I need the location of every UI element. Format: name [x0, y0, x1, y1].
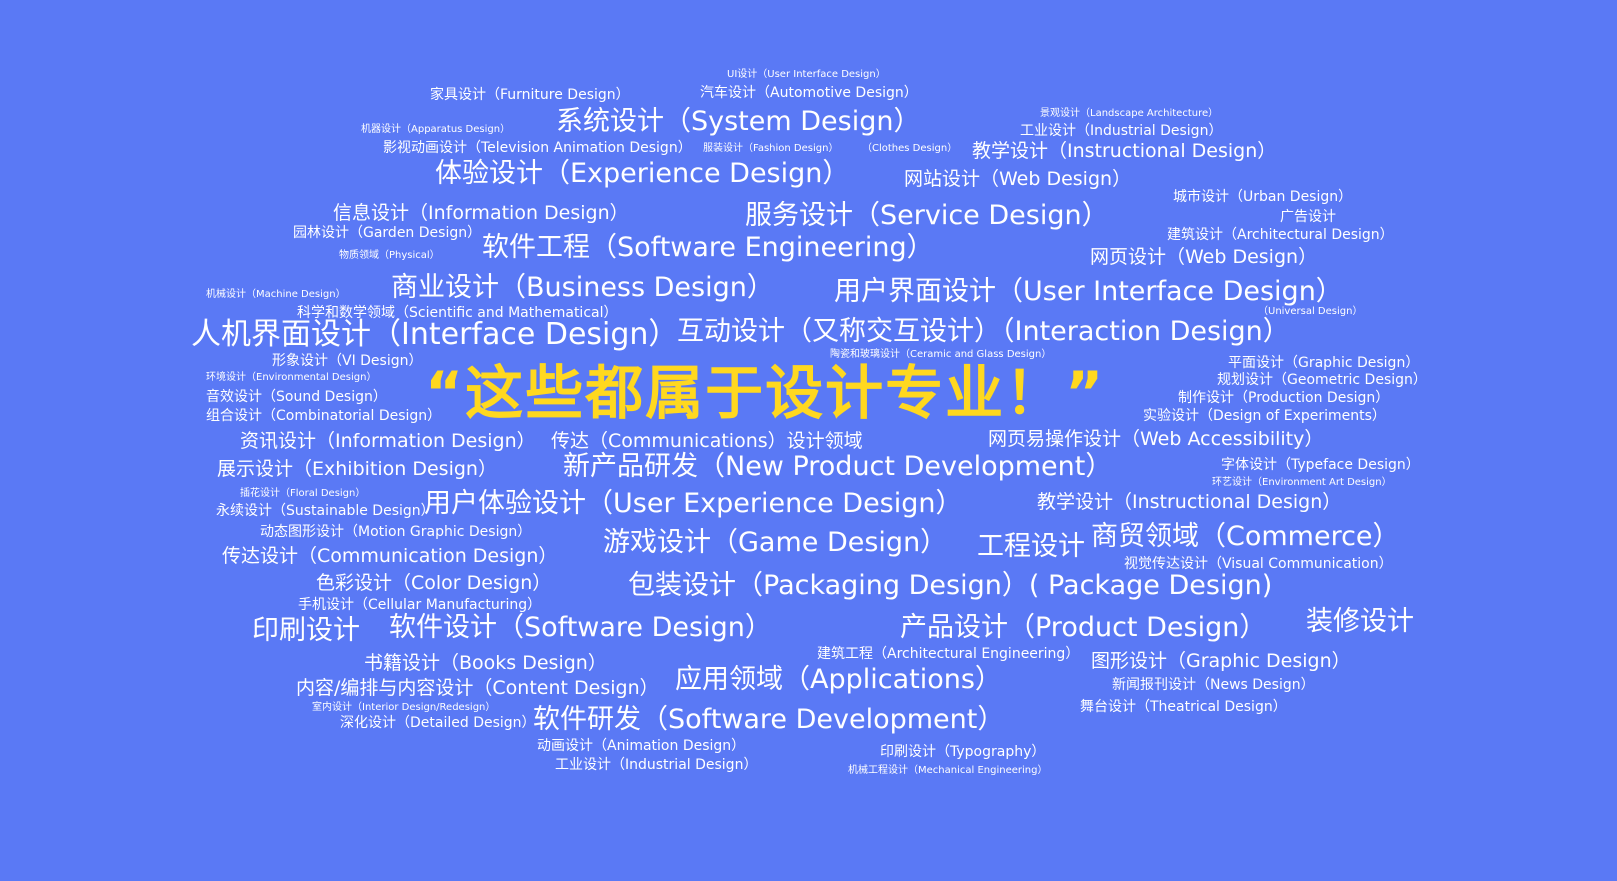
term-color-design: 色彩设计（Color Design） [316, 572, 552, 594]
term-software-design: 软件设计（Software Design） [389, 612, 772, 643]
term-instructional-design: 教学设计（Instructional Design） [972, 140, 1277, 162]
term-business-design: 商业设计（Business Design） [391, 272, 774, 303]
term-software-development: 软件研发（Software Development） [533, 704, 1005, 735]
term-packaging-design: 包装设计（Packaging Design）( Package Design) [628, 570, 1273, 601]
term-ui-design: UI设计（User Interface Design） [727, 69, 886, 80]
term-detailed-design: 深化设计（Detailed Design） [340, 715, 536, 731]
term-product-design: 产品设计（Product Design） [900, 612, 1267, 643]
term-content-design: 内容/编排与内容设计（Content Design） [296, 677, 659, 699]
term-typeface-design: 字体设计（Typeface Design） [1221, 457, 1420, 473]
term-web-design: 网页设计（Web Design） [1090, 246, 1318, 268]
term-information-design-2: 资讯设计（Information Design） [240, 430, 536, 452]
term-theatrical-design: 舞台设计（Theatrical Design） [1080, 699, 1287, 715]
term-motion-graphic-design: 动态图形设计（Motion Graphic Design） [260, 524, 532, 540]
term-interface-design: 人机界面设计（Interface Design） [191, 317, 679, 352]
term-commerce: 商贸领域（Commerce） [1091, 521, 1400, 552]
term-user-interface-design: 用户界面设计（User Interface Design） [834, 276, 1343, 307]
term-industrial-design: 工业设计（Industrial Design） [1020, 123, 1223, 139]
term-cellular-manufacturing: 手机设计（Cellular Manufacturing） [298, 597, 542, 613]
term-landscape-architecture: 景观设计（Landscape Architecture） [1040, 108, 1219, 119]
term-television-animation-design: 影视动画设计（Television Animation Design） [383, 140, 692, 156]
term-web-accessibility: 网页易操作设计（Web Accessibility） [988, 428, 1324, 450]
term-game-design: 游戏设计（Game Design） [603, 527, 948, 558]
term-graphic-design-2: 图形设计（Graphic Design） [1091, 650, 1351, 672]
term-automotive-design: 汽车设计（Automotive Design） [700, 85, 918, 101]
term-engineering-design: 工程设计 [977, 531, 1085, 562]
term-visual-communication: 视觉传达设计（Visual Communication） [1124, 556, 1393, 572]
term-user-experience-design: 用户体验设计（User Experience Design） [424, 488, 963, 519]
term-news-design: 新闻报刊设计（News Design） [1112, 677, 1315, 693]
term-website-design: 网站设计（Web Design） [904, 168, 1132, 190]
term-machine-design: 机械设计（Machine Design） [206, 289, 346, 300]
term-instructional-design-2: 教学设计（Instructional Design） [1037, 491, 1342, 513]
term-fashion-design: 服装设计（Fashion Design） [703, 143, 839, 154]
term-environment-art-design: 环艺设计（Environment Art Design） [1212, 477, 1392, 488]
term-typography: 印刷设计（Typography） [880, 744, 1046, 760]
word-cloud: UI设计（User Interface Design） 家具设计（Furnitu… [0, 0, 1617, 881]
term-experience-design: 体验设计（Experience Design） [435, 158, 850, 189]
term-furniture-design: 家具设计（Furniture Design） [430, 87, 630, 103]
term-mechanical-engineering: 机械工程设计（Mechanical Engineering） [848, 765, 1048, 776]
term-books-design: 书籍设计（Books Design） [364, 652, 607, 674]
term-production-design: 制作设计（Production Design） [1178, 390, 1390, 406]
term-information-design: 信息设计（Information Design） [333, 202, 629, 224]
term-software-engineering: 软件工程（Software Engineering） [482, 232, 934, 263]
term-sustainable-design: 永续设计（Sustainable Design） [216, 503, 435, 519]
term-decoration-design: 装修设计 [1306, 606, 1414, 637]
term-environmental-design: 环境设计（Environmental Design） [206, 372, 377, 383]
term-vi-design: 形象设计（VI Design） [272, 353, 423, 369]
term-urban-design: 城市设计（Urban Design） [1173, 189, 1353, 205]
term-applications: 应用领域（Applications） [675, 664, 1002, 695]
term-industrial-design-2: 工业设计（Industrial Design） [555, 757, 758, 773]
term-clothes-design: （Clothes Design） [862, 143, 958, 154]
term-communication-design: 传达设计（Communication Design） [222, 545, 558, 567]
term-communications: 传达（Communications）设计领域 [551, 430, 863, 452]
term-architectural-engineering: 建筑工程（Architectural Engineering） [817, 646, 1080, 662]
term-sound-design: 音效设计（Sound Design） [206, 389, 387, 405]
term-apparatus-design: 机器设计（Apparatus Design） [361, 124, 511, 135]
term-graphic-design: 平面设计（Graphic Design） [1228, 355, 1420, 371]
headline: “这些都属于设计专业！” [425, 359, 1106, 427]
term-animation-design: 动画设计（Animation Design） [537, 738, 746, 754]
term-floral-design: 插花设计（Floral Design） [240, 488, 366, 499]
term-interaction-design: 互动设计（又称交互设计）（Interaction Design） [677, 316, 1290, 347]
term-combinatorial-design: 组合设计（Combinatorial Design） [206, 408, 442, 424]
term-interior-design: 室内设计（Interior Design/Redesign） [312, 702, 496, 713]
term-exhibition-design: 展示设计（Exhibition Design） [217, 458, 497, 480]
term-architectural-design: 建筑设计（Architectural Design） [1167, 227, 1394, 243]
term-advertising-design: 广告设计 [1280, 209, 1336, 225]
term-service-design: 服务设计（Service Design） [745, 200, 1109, 231]
term-system-design: 系统设计（System Design） [556, 106, 921, 137]
term-design-of-experiments: 实验设计（Design of Experiments） [1143, 408, 1386, 424]
term-print-design: 印刷设计 [252, 615, 360, 646]
term-geometric-design: 规划设计（Geometric Design） [1217, 372, 1427, 388]
term-new-product-development: 新产品研发（New Product Development） [563, 451, 1113, 482]
term-physical: 物质领域（Physical） [339, 250, 440, 261]
term-garden-design: 园林设计（Garden Design） [293, 225, 482, 241]
